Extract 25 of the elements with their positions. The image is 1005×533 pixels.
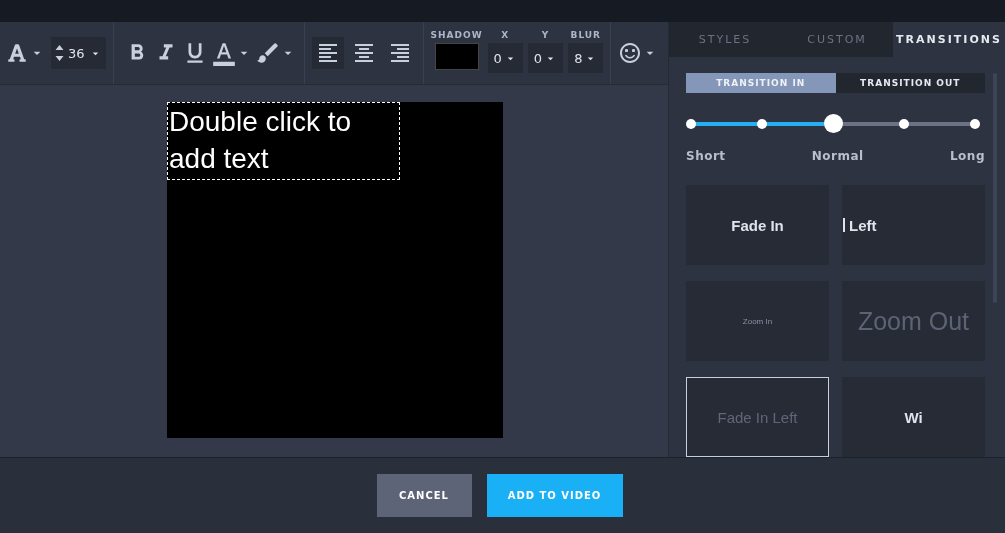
- card-label: Zoom Out: [857, 306, 970, 336]
- card-label: Zoom In: [742, 316, 773, 326]
- card-label: Fade In: [731, 216, 784, 234]
- text-box[interactable]: Double click to add text: [167, 102, 400, 180]
- panel-tab[interactable]: TRANSITIONS: [893, 22, 1005, 57]
- speed-label: Short: [686, 149, 726, 163]
- transition-card[interactable]: Zoom In: [686, 281, 829, 361]
- offset-label: X: [501, 30, 510, 40]
- offset-dropdown[interactable]: 0: [487, 43, 523, 73]
- shadow-label: SHADOW: [430, 30, 483, 40]
- offset-dropdown[interactable]: 8: [568, 43, 604, 73]
- offset-label: BLUR: [570, 30, 602, 40]
- speed-label: Normal: [811, 149, 864, 163]
- card-label: Left: [849, 216, 877, 234]
- transition-card[interactable]: Left: [842, 185, 985, 265]
- offset-label: Y: [541, 30, 550, 40]
- card-label: Fade In Left: [717, 408, 798, 426]
- offset-dropdown[interactable]: 0: [527, 43, 564, 73]
- transition-card[interactable]: Wi: [842, 377, 985, 457]
- font-size-field[interactable]: 36: [51, 37, 106, 69]
- speed-label: Long: [949, 149, 985, 163]
- transition-card[interactable]: Fade In: [686, 185, 829, 265]
- card-label: Wi: [904, 408, 923, 426]
- cancel-button[interactable]: CANCEL: [376, 474, 472, 517]
- transition-toggle[interactable]: TRANSITION OUT: [835, 73, 985, 94]
